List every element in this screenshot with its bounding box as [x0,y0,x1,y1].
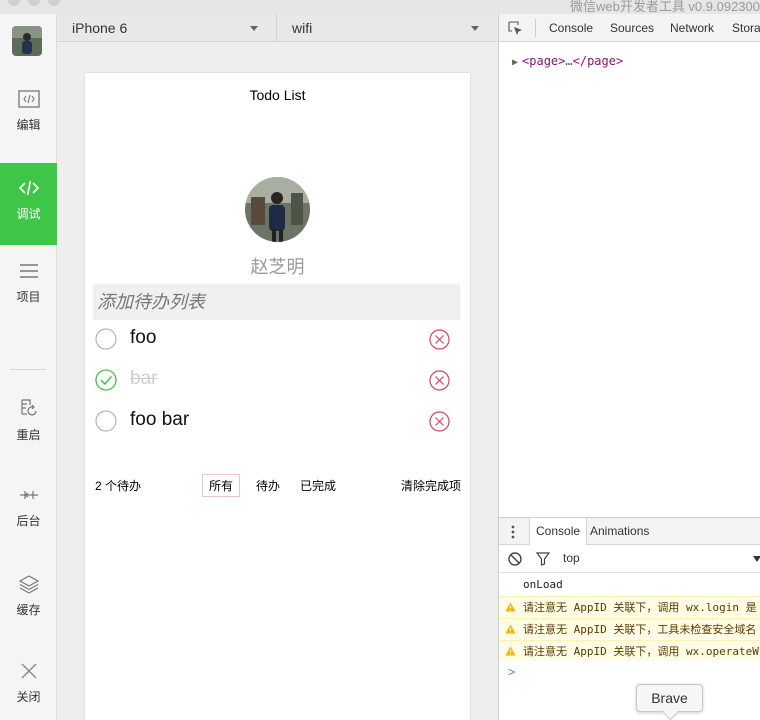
tab-sources[interactable]: Sources [610,14,654,42]
warning-text: 请注意无 AppID 关联下，工具未检查安全域名 [523,623,757,636]
devtools-panel: Console Sources Network Storag ▶ <page>…<… [498,14,760,720]
drawer-tab-animations[interactable]: Animations [584,518,655,545]
elements-tree-node[interactable]: ▶ <page>…</page> [512,54,623,68]
tab-console[interactable]: Console [549,14,593,42]
avatar-photo-icon [12,26,42,56]
inspect-element-icon[interactable] [508,21,523,36]
todo-footer: 2 个待办 所有 待办 已完成 清除完成项 [95,474,463,497]
filter-all[interactable]: 所有 [202,474,241,497]
sidebar-item-label: 后台 [16,514,41,528]
page-title: Todo List [249,87,306,103]
warning-icon [505,602,516,612]
filter-icon[interactable] [536,552,550,566]
console-prompt[interactable]: > [508,665,515,679]
clear-console-icon[interactable] [508,552,522,566]
new-todo-input[interactable] [93,284,460,320]
console-warning-entry: 请注意无 AppID 关联下，工具未检查安全域名 [499,618,760,639]
filter-active[interactable]: 待办 [256,477,280,494]
checked-circle-icon[interactable] [95,369,117,391]
todo-item-done: bar [93,360,460,400]
warning-text: 请注意无 AppID 关联下，调用 wx.login 是 [523,601,757,614]
sidebar-item-label: 关闭 [16,690,41,704]
more-vertical-icon[interactable] [511,524,515,540]
device-toolbar: iPhone 6 wifi [57,14,497,42]
collapsed-ellipsis: … [565,54,573,68]
chevron-down-icon [471,26,479,31]
sidebar-item-label: 缓存 [16,603,41,617]
menu-lines-icon [19,264,38,278]
warning-text: 请注意无 AppID 关联下，调用 wx.operateW [523,645,759,658]
console-drawer: Console Animations top onLoad 请注意无 AppID… [499,517,760,720]
devtools-tabbar: Console Sources Network Storag [499,14,760,42]
delete-circle-icon[interactable] [429,329,450,350]
checkbox-circle-icon[interactable] [95,410,117,432]
window-close-dot[interactable] [8,0,20,6]
sidebar-item-background[interactable]: 后台 [0,470,57,552]
console-warning-entry: 请注意无 AppID 关联下，调用 wx.operateW [499,640,760,661]
warning-icon [505,624,516,634]
debug-code-icon [18,180,39,196]
close-tag: </page> [572,54,624,68]
tab-storage[interactable]: Storag [732,14,760,42]
username: 赵芝明 [250,257,305,277]
network-select-value: wifi [292,20,313,36]
open-tag: <page> [522,54,566,68]
clear-completed-button[interactable]: 清除完成项 [401,477,461,494]
devtools-window: 微信web开发者工具 v0.9.092300 编辑 调试 项目 重启 后台 缓存… [0,0,760,720]
network-select[interactable]: wifi [277,14,497,42]
sidebar-item-label: 编辑 [16,118,41,132]
expand-triangle-icon[interactable]: ▶ [512,57,518,68]
profile-avatar [245,177,310,242]
todo-text[interactable]: bar [130,368,157,390]
todo-item: foo bar [93,401,460,441]
app-tooltip: Brave [636,684,703,712]
background-icon [19,491,38,499]
tab-network[interactable]: Network [670,14,714,42]
chevron-down-icon [250,26,258,31]
sidebar-item-label: 重启 [16,428,41,442]
sidebar-item-label: 项目 [16,290,41,304]
window-title: 微信web开发者工具 v0.9.092300 [569,0,760,14]
sidebar-item-edit[interactable]: 编辑 [0,74,57,156]
user-avatar[interactable] [12,26,42,56]
device-select[interactable]: iPhone 6 [57,14,276,42]
sidebar-item-close[interactable]: 关闭 [0,646,57,720]
phone-screen: Todo List 赵芝明 foo [85,73,470,720]
sidebar-divider [10,369,46,370]
sidebar-item-debug[interactable]: 调试 [0,163,57,245]
title-bar: 微信web开发者工具 v0.9.092300 [0,0,760,14]
delete-circle-icon[interactable] [429,411,450,432]
code-file-icon [17,90,40,108]
console-warning-entry: 请注意无 AppID 关联下，调用 wx.login 是 [499,596,760,617]
avatar-photo-icon [245,177,310,242]
warning-icon [505,646,516,656]
window-zoom-dot[interactable] [48,0,60,6]
sidebar: 编辑 调试 项目 重启 后台 缓存 关闭 [0,14,57,720]
sidebar-item-cache[interactable]: 缓存 [0,559,57,641]
device-select-value: iPhone 6 [72,20,128,36]
filter-completed[interactable]: 已完成 [300,477,336,494]
delete-circle-icon[interactable] [429,370,450,391]
chevron-down-icon[interactable] [753,556,760,562]
checkbox-circle-icon[interactable] [95,328,117,350]
context-select[interactable]: top [563,551,580,565]
drawer-tabbar: Console Animations [499,518,760,545]
todo-text[interactable]: foo bar [130,409,189,431]
close-icon [21,663,36,679]
sidebar-item-project[interactable]: 项目 [0,246,57,328]
console-log-entry: onLoad [523,578,563,591]
sidebar-item-restart[interactable]: 重启 [0,384,57,466]
console-filter-bar: top [499,545,760,573]
simulator-area: Todo List 赵芝明 foo [57,42,497,720]
sidebar-item-label: 调试 [16,207,41,221]
layers-icon [18,575,39,594]
restart-icon [20,399,37,416]
todo-item: foo [93,319,460,359]
drawer-tab-console[interactable]: Console [529,518,588,545]
todo-text[interactable]: foo [130,327,156,349]
tab-divider [535,19,536,37]
remaining-count: 2 个待办 [95,479,142,493]
window-minimize-dot[interactable] [28,0,40,6]
